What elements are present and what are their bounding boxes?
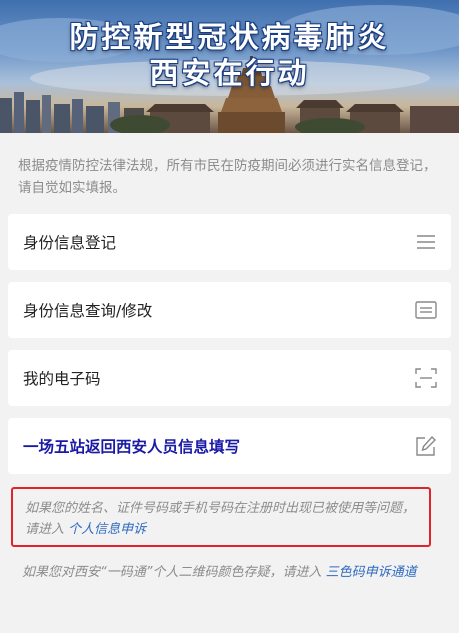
menu-lines-icon (415, 231, 437, 253)
menu-item-label: 一场五站返回西安人员信息填写 (23, 438, 241, 456)
footnote-text: 如果您对西安“一码通”个人二维码颜色存疑，请进入 (22, 565, 322, 580)
color-code-appeal-link[interactable]: 三色码申诉通道 (326, 565, 417, 580)
my-e-code-button[interactable]: 我的电子码 (8, 350, 451, 406)
banner-title-line2: 西安在行动 (149, 56, 310, 90)
menu-item-label: 身份信息登记 (23, 234, 117, 252)
identity-query-button[interactable]: 身份信息查询/修改 (8, 282, 451, 338)
id-card-icon (415, 299, 437, 321)
return-info-form-button[interactable]: 一场五站返回西安人员信息填写 (8, 418, 451, 474)
color-code-footnote: 如果您对西安“一码通”个人二维码颜色存疑，请进入 三色码申诉通道 (22, 562, 442, 584)
identity-register-button[interactable]: 身份信息登记 (8, 214, 451, 270)
intro-text: 根据疫情防控法律法规，所有市民在防疫期间必须进行实名信息登记，请自觉如实填报。 (18, 158, 437, 196)
header-banner: 防控新型冠状病毒肺炎 西安在行动 (0, 0, 459, 133)
personal-info-appeal-link[interactable]: 个人信息申诉 (68, 522, 146, 537)
edit-pen-icon (415, 435, 437, 457)
scan-frame-icon (415, 367, 437, 389)
menu-item-label: 我的电子码 (23, 370, 101, 388)
menu-item-label: 身份信息查询/修改 (23, 302, 153, 320)
name-conflict-notice: 如果您的姓名、证件号码或手机号码在注册时出现已被使用等问题，请进入 个人信息申诉 (11, 487, 431, 547)
